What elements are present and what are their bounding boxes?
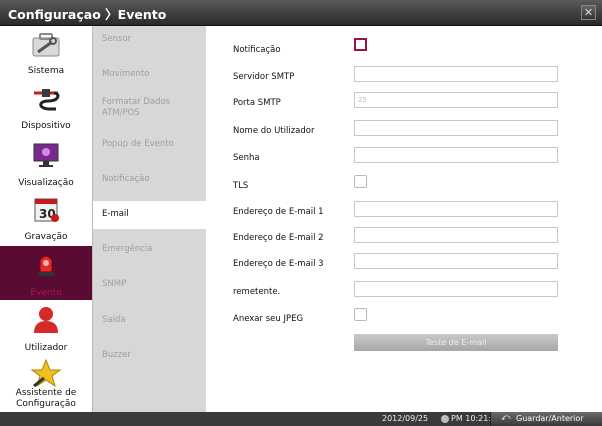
test-email-button[interactable]: Teste de E-mail: [354, 334, 558, 351]
submenu-item-movimento[interactable]: Movimento: [102, 69, 202, 80]
category-sidebar: Sistema Dispositivo Visualização 30 Grav…: [0, 26, 93, 412]
submenu-item-buzzer[interactable]: Buzzer: [102, 350, 202, 361]
star-wand-icon: [30, 358, 62, 388]
senha-input[interactable]: [354, 147, 558, 163]
monitor-icon: [33, 143, 59, 167]
status-date: 2012/09/25: [382, 414, 429, 423]
submenu-item-saida[interactable]: Saída: [102, 315, 202, 326]
label-anexar-jpeg: Anexar seu JPEG: [233, 314, 304, 324]
category-sistema[interactable]: Sistema: [0, 26, 92, 80]
clock-icon: [441, 415, 449, 423]
user-icon: [34, 307, 58, 333]
calendar-icon: 30: [34, 198, 59, 222]
category-utilizador[interactable]: Utilizador: [0, 301, 92, 355]
settings-window: Configuraçao 〉Evento ✕ Sistema Dispositi…: [0, 0, 602, 426]
close-icon: ✕: [583, 6, 594, 19]
notificacao-checkbox[interactable]: [354, 38, 367, 51]
label-servidor-smtp: Servidor SMTP: [233, 72, 295, 82]
porta-smtp-input[interactable]: 25: [354, 92, 558, 108]
submenu-item-sensor[interactable]: Sensor: [102, 34, 202, 45]
submenu-item-formatar-dados[interactable]: Formatar Dados ATM/POS: [102, 97, 202, 119]
title-bar: Configuraçao 〉Evento ✕: [0, 0, 602, 26]
category-label: Sistema: [27, 66, 65, 76]
category-dispositivo[interactable]: Dispositivo: [0, 81, 92, 135]
label-tls: TLS: [233, 181, 249, 191]
status-bar: 2012/09/25 PM 10:21:11 ⤺ Guardar/Anterio…: [0, 412, 602, 426]
save-back-button[interactable]: ⤺ Guardar/Anterior: [490, 412, 602, 426]
submenu-item-notificacao[interactable]: Notificação: [102, 174, 202, 185]
return-arrow-icon: ⤺: [501, 413, 511, 423]
nome-utilizador-input[interactable]: [354, 120, 558, 136]
plug-icon: [34, 89, 60, 111]
label-nome-utilizador: Nome do Utilizador: [233, 126, 315, 136]
anexar-jpeg-checkbox[interactable]: [354, 308, 367, 321]
category-gravacao[interactable]: 30 Gravação: [0, 191, 92, 245]
label-email-3: Endereço de E-mail 3: [233, 259, 324, 269]
tls-checkbox[interactable]: [354, 175, 367, 188]
submenu-item-label: E-mail: [102, 209, 129, 219]
category-label: Visualização: [18, 178, 74, 188]
siren-icon: [38, 255, 54, 276]
breadcrumb: Configuraçao 〉Evento: [8, 7, 167, 22]
label-notificacao: Notificação: [233, 45, 281, 55]
servidor-smtp-input[interactable]: [354, 66, 558, 82]
submenu-item-emergencia[interactable]: Emergência: [102, 244, 202, 255]
label-senha: Senha: [233, 153, 260, 163]
email-settings-form: Notificação Servidor SMTP Porta SMTP 25 …: [206, 26, 602, 412]
save-back-label: Guardar/Anterior: [516, 414, 584, 423]
email-1-input[interactable]: [354, 201, 558, 217]
category-label: Assistente de Configuração: [15, 388, 77, 409]
wrench-icon: [32, 33, 60, 57]
submenu-item-email[interactable]: E-mail: [93, 201, 206, 229]
submenu-item-snmp[interactable]: SNMP: [102, 279, 202, 290]
category-label: Gravação: [24, 232, 68, 242]
category-evento[interactable]: Evento: [0, 246, 92, 300]
submenu-item-popup[interactable]: Popup de Evento: [102, 139, 202, 150]
category-assistente[interactable]: Assistente de Configuração: [0, 356, 92, 412]
label-email-2: Endereço de E-mail 2: [233, 233, 324, 243]
label-remetente: remetente.: [233, 287, 281, 297]
category-label: Utilizador: [24, 343, 68, 353]
close-button[interactable]: ✕: [581, 5, 596, 20]
category-label: Dispositivo: [21, 121, 71, 131]
email-2-input[interactable]: [354, 227, 558, 243]
category-label: Evento: [30, 288, 62, 298]
category-visualizacao[interactable]: Visualização: [0, 136, 92, 190]
label-porta-smtp: Porta SMTP: [233, 98, 281, 108]
email-3-input[interactable]: [354, 253, 558, 269]
label-email-1: Endereço de E-mail 1: [233, 207, 324, 217]
remetente-input[interactable]: [354, 281, 558, 297]
